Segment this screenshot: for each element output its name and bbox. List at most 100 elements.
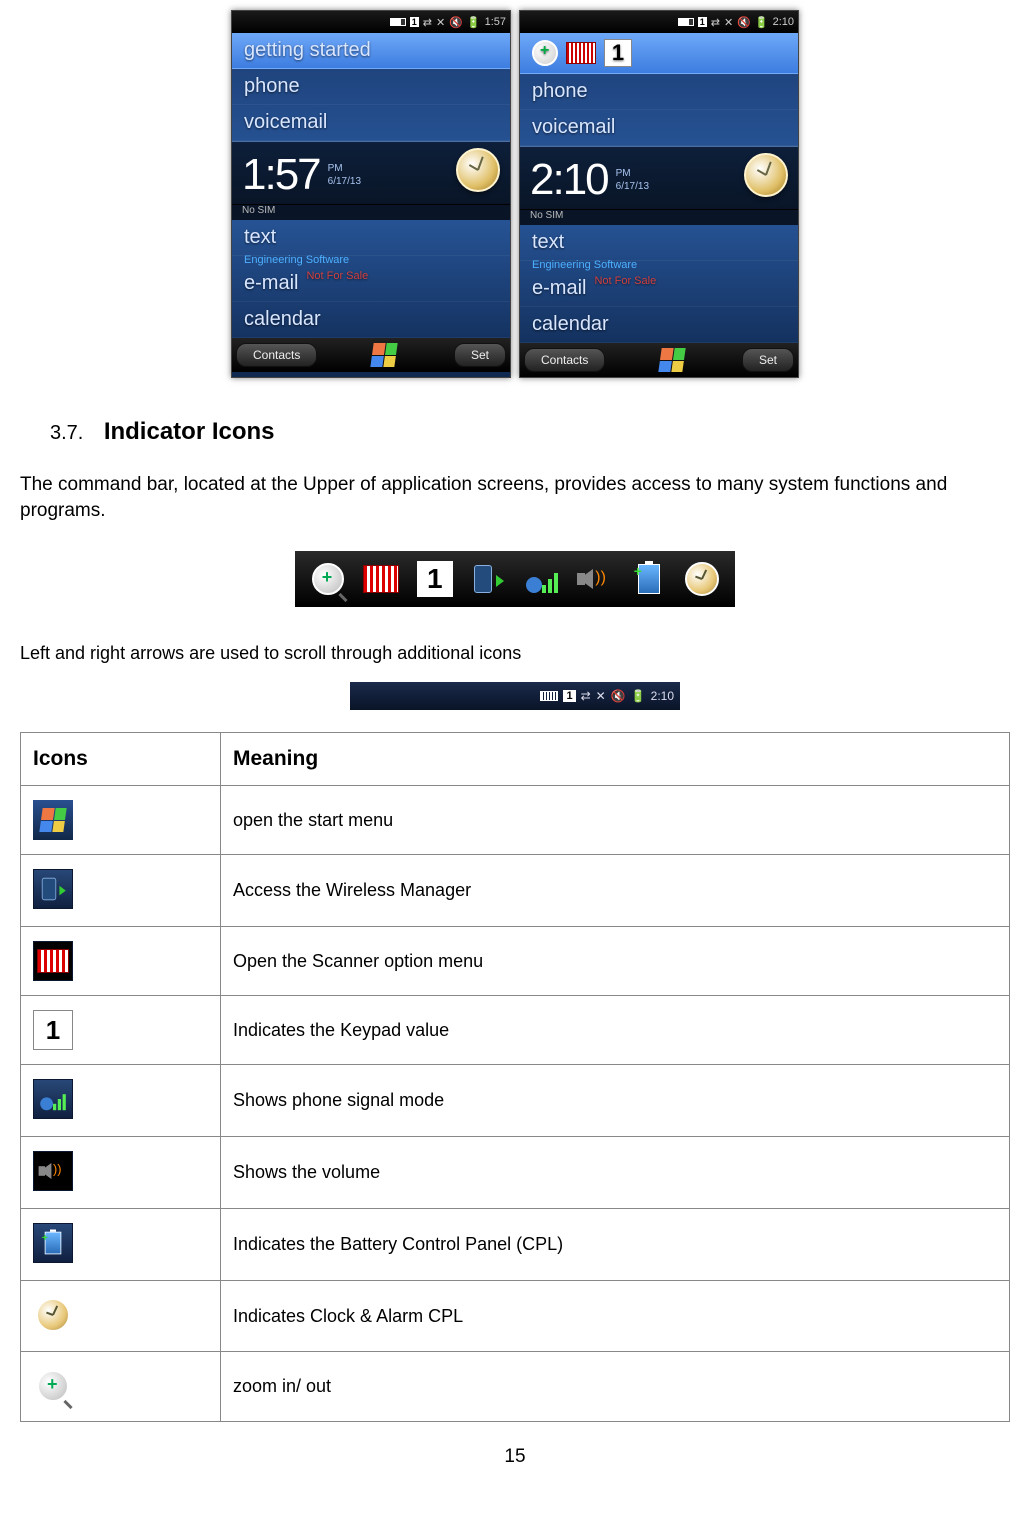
table-row: Indicates Clock & Alarm CPL bbox=[21, 1281, 1010, 1352]
softkey-contacts: Contacts bbox=[524, 348, 605, 372]
section-title: Indicator Icons bbox=[104, 418, 275, 446]
sync-icon: ⇄ bbox=[581, 689, 591, 703]
home-item-email: e-mail Not For Sale bbox=[520, 271, 798, 307]
meaning-cell: Shows the volume bbox=[221, 1137, 1010, 1209]
date: 6/17/13 bbox=[616, 181, 649, 192]
battery-icon bbox=[678, 18, 694, 26]
meaning-cell: open the start menu bbox=[221, 786, 1010, 855]
clock-row: 2:10 PM 6/17/13 bbox=[520, 146, 798, 210]
section-number: 3.7. bbox=[50, 422, 83, 445]
home-item-text: text bbox=[232, 220, 510, 256]
sim-icon: ✕ bbox=[596, 689, 606, 703]
nosim-label: No SIM bbox=[520, 210, 798, 225]
sim-icon: ✕ bbox=[724, 16, 733, 29]
nosim-label: No SIM bbox=[232, 205, 510, 220]
status-bar: 1 ⇄ ✕ 🔇 🔋 2:10 bbox=[520, 11, 798, 33]
col-meaning: Meaning bbox=[221, 733, 1010, 786]
home-item-phone: phone bbox=[232, 69, 510, 105]
clock-icon bbox=[456, 148, 500, 192]
zoom-icon bbox=[532, 40, 558, 66]
home-item-calendar: calendar bbox=[232, 302, 510, 338]
table-row: Access the Wireless Manager bbox=[21, 855, 1010, 927]
zoom-icon bbox=[33, 1366, 73, 1406]
clock-text: 1:57 bbox=[485, 16, 506, 28]
clock-icon bbox=[744, 153, 788, 197]
table-row: + Indicates the Battery Control Panel (C… bbox=[21, 1209, 1010, 1281]
status-bar: 1 ⇄ ✕ 🔇 🔋 1:57 bbox=[232, 11, 510, 33]
table-row: zoom in/ out bbox=[21, 1352, 1010, 1422]
clock-text: 2:10 bbox=[773, 16, 794, 28]
softkey-set: Set bbox=[454, 343, 506, 367]
page-number: 15 bbox=[20, 1446, 1010, 1468]
ampm: PM bbox=[616, 168, 631, 179]
volume-icon: 🔇 bbox=[449, 16, 463, 29]
sync-icon: ⇄ bbox=[423, 16, 432, 29]
softkey-contacts: Contacts bbox=[236, 343, 317, 367]
sync-icon: ⇄ bbox=[711, 16, 720, 29]
home-item-phone: phone bbox=[520, 74, 798, 110]
home-item-command-icons: 1 bbox=[520, 33, 798, 74]
home-item-text: text bbox=[520, 225, 798, 261]
battery-icon bbox=[540, 691, 558, 701]
home-item-voicemail: voicemail bbox=[520, 110, 798, 146]
sim-icon: ✕ bbox=[436, 16, 445, 29]
icons-table: Icons Meaning open the start menu Access… bbox=[20, 732, 1010, 1422]
home-item-email: e-mail Not For Sale bbox=[232, 266, 510, 302]
signal-icon bbox=[521, 558, 563, 600]
clock-row: 1:57 PM 6/17/13 bbox=[232, 141, 510, 205]
paragraph-2: Left and right arrows are used to scroll… bbox=[20, 643, 1010, 664]
date: 6/17/13 bbox=[328, 176, 361, 187]
barcode-icon bbox=[566, 42, 596, 64]
windows-flag-icon bbox=[660, 348, 688, 372]
volume-icon: )) bbox=[33, 1151, 73, 1191]
windows-flag-icon bbox=[372, 343, 400, 367]
phone-screen-left: 1 ⇄ ✕ 🔇 🔋 1:57 getting started phone voi… bbox=[231, 10, 511, 378]
battery2-icon: 🔋 bbox=[631, 689, 646, 703]
soft-key-bar: Contacts Set bbox=[520, 343, 798, 377]
table-header-row: Icons Meaning bbox=[21, 733, 1010, 786]
table-row: open the start menu bbox=[21, 786, 1010, 855]
ampm: PM bbox=[328, 163, 343, 174]
big-time: 1:57 bbox=[242, 150, 320, 200]
barcode-icon bbox=[33, 941, 73, 981]
big-time: 2:10 bbox=[530, 155, 608, 205]
start-menu-icon bbox=[33, 800, 73, 840]
meaning-cell: Indicates the Keypad value bbox=[221, 996, 1010, 1065]
zoom-icon bbox=[307, 558, 349, 600]
keypad-icon: 1 bbox=[698, 17, 707, 27]
signal-icon bbox=[33, 1079, 73, 1119]
table-row: Open the Scanner option menu bbox=[21, 927, 1010, 996]
barcode-icon bbox=[360, 558, 402, 600]
keypad-icon: 1 bbox=[410, 17, 419, 27]
home-item-calendar: calendar bbox=[520, 307, 798, 343]
watermark: Engineering Software bbox=[232, 254, 510, 266]
volume-icon: 🔇 bbox=[737, 16, 751, 29]
meaning-cell: Access the Wireless Manager bbox=[221, 855, 1010, 927]
watermark: Engineering Software bbox=[520, 259, 798, 271]
table-row: Shows phone signal mode bbox=[21, 1065, 1010, 1137]
battery-icon: + bbox=[628, 558, 670, 600]
keypad-one-icon: 1 bbox=[604, 39, 632, 67]
volume-icon: 🔇 bbox=[611, 689, 626, 703]
wireless-icon bbox=[467, 558, 509, 600]
paragraph-1: The command bar, located at the Upper of… bbox=[20, 472, 1010, 523]
battery-icon: + bbox=[33, 1223, 73, 1263]
table-row: )) Shows the volume bbox=[21, 1137, 1010, 1209]
clock-icon bbox=[33, 1295, 73, 1335]
meaning-cell: zoom in/ out bbox=[221, 1352, 1010, 1422]
home-item-getting-started: getting started bbox=[232, 33, 510, 69]
phone-screen-right: 1 ⇄ ✕ 🔇 🔋 2:10 1 phone voicemail 2:10 PM… bbox=[519, 10, 799, 378]
keypad-one-icon: 1 bbox=[414, 558, 456, 600]
keypad-icon: 1 bbox=[563, 690, 575, 702]
phone-screenshots: 1 ⇄ ✕ 🔇 🔋 1:57 getting started phone voi… bbox=[20, 10, 1010, 378]
clock-text: 2:10 bbox=[651, 689, 674, 703]
col-icons: Icons bbox=[21, 733, 221, 786]
volume-icon: )) bbox=[574, 558, 616, 600]
soft-key-bar: Contacts Set bbox=[232, 338, 510, 372]
meaning-cell: Indicates the Battery Control Panel (CPL… bbox=[221, 1209, 1010, 1281]
status-bar-figure: 1 ⇄ ✕ 🔇 🔋 2:10 bbox=[350, 682, 680, 710]
clock-icon bbox=[681, 558, 723, 600]
command-bar-figure: 1 )) + bbox=[295, 551, 735, 607]
keypad-one-icon: 1 bbox=[33, 1010, 73, 1050]
wireless-icon bbox=[33, 869, 73, 909]
